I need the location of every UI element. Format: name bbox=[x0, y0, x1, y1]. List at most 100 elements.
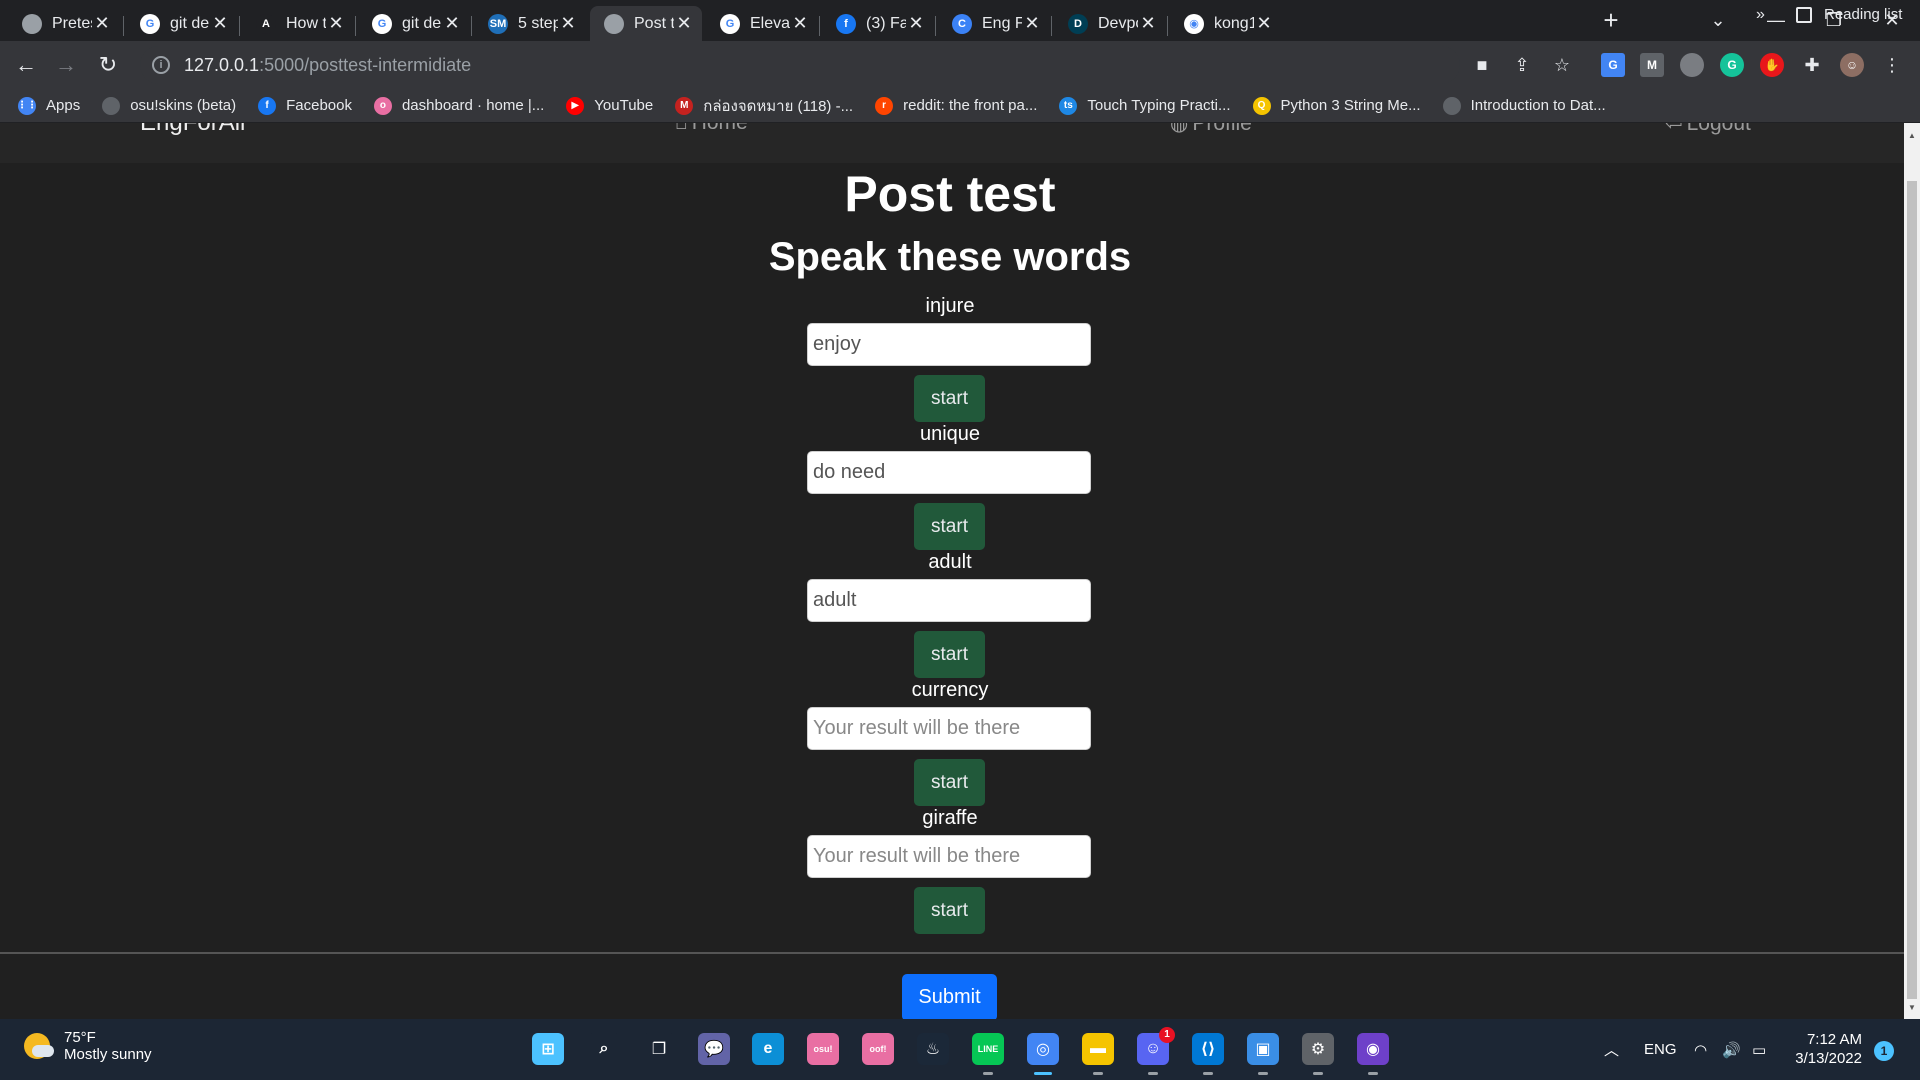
discord-icon[interactable]: ☺ 1 bbox=[1137, 1027, 1175, 1075]
browser-tab[interactable]: Ggit delete✕ bbox=[358, 6, 470, 41]
oof-app-icon[interactable]: oof! bbox=[862, 1033, 894, 1065]
tab-close-icon[interactable]: ✕ bbox=[326, 13, 346, 34]
nav-logout-link[interactable]: ⇦ Logout bbox=[1665, 123, 1751, 136]
speech-result-input[interactable] bbox=[807, 451, 1091, 494]
wifi-icon[interactable]: ◠ bbox=[1694, 1019, 1707, 1080]
bookmark-item[interactable]: ts Touch Typing Practi... bbox=[1059, 96, 1231, 115]
task-view-icon[interactable]: ❐ bbox=[643, 1033, 675, 1065]
browser-tab[interactable]: D Devpost✕ bbox=[1054, 6, 1166, 41]
camera-icon[interactable]: ■ bbox=[1470, 53, 1494, 77]
extensions-puzzle-icon[interactable]: ✚ bbox=[1800, 53, 1824, 77]
submit-button[interactable]: Submit bbox=[902, 974, 997, 1019]
google-translate-icon[interactable]: G bbox=[1601, 53, 1625, 77]
grammarly-icon[interactable]: G bbox=[1720, 53, 1744, 77]
bookmark-item[interactable]: osu!skins (beta) bbox=[102, 96, 236, 115]
file-explorer-icon[interactable]: ▬ bbox=[1082, 1033, 1114, 1075]
tab-close-icon[interactable]: ✕ bbox=[906, 13, 926, 34]
weather-condition: Mostly sunny bbox=[64, 1046, 152, 1063]
tab-search-chevron-icon[interactable]: ⌄ bbox=[1690, 0, 1746, 41]
start-recording-button[interactable]: start bbox=[914, 887, 985, 934]
browser-tab[interactable]: Pretest✕ bbox=[8, 6, 120, 41]
chrome-menu-icon[interactable]: ⋮ bbox=[1880, 53, 1904, 77]
forward-arrow-icon[interactable]: → bbox=[50, 49, 82, 81]
browser-tab[interactable]: Post test✕ bbox=[590, 6, 702, 41]
browser-tab[interactable]: ◉ kong1912✕ bbox=[1170, 6, 1282, 41]
start-recording-button[interactable]: start bbox=[914, 759, 985, 806]
steam-icon[interactable]: ♨ bbox=[917, 1033, 949, 1065]
tab-close-icon[interactable]: ✕ bbox=[1022, 13, 1042, 34]
site-info-icon[interactable]: i bbox=[152, 56, 170, 74]
start-recording-button[interactable]: start bbox=[914, 631, 985, 678]
adblock-icon[interactable]: ✋ bbox=[1760, 53, 1784, 77]
browser-tab[interactable]: SM 5 steps to✕ bbox=[474, 6, 586, 41]
tab-close-icon[interactable]: ✕ bbox=[558, 13, 578, 34]
osu-app-icon[interactable]: osu! bbox=[807, 1033, 839, 1065]
tab-title: kong1912 bbox=[1214, 14, 1254, 32]
bookmarks-overflow-button[interactable]: » bbox=[1756, 6, 1765, 24]
tab-close-icon[interactable]: ✕ bbox=[674, 13, 694, 34]
reading-list-button[interactable]: Reading list bbox=[1796, 6, 1902, 23]
volume-icon[interactable]: 🔊 bbox=[1722, 1019, 1741, 1080]
bookmark-item[interactable]: r reddit: the front pa... bbox=[875, 96, 1037, 115]
tab-close-icon[interactable]: ✕ bbox=[210, 13, 230, 34]
speech-result-input[interactable] bbox=[807, 707, 1091, 750]
scroll-down-arrow-icon[interactable]: ▼ bbox=[1907, 1003, 1917, 1012]
reload-icon[interactable]: ↻ bbox=[92, 49, 124, 81]
tab-close-icon[interactable]: ✕ bbox=[1254, 13, 1274, 34]
share-icon[interactable]: ⇪ bbox=[1510, 53, 1534, 77]
extension-grey-icon[interactable] bbox=[1680, 53, 1704, 77]
speech-result-input[interactable] bbox=[807, 579, 1091, 622]
remote-desktop-icon[interactable]: ▣ bbox=[1247, 1033, 1279, 1075]
bookmark-item[interactable]: ⋮⋮ Apps bbox=[17, 96, 80, 115]
bookmark-item[interactable]: ▶ YouTube bbox=[566, 96, 653, 115]
input-language[interactable]: ENG bbox=[1644, 1019, 1677, 1080]
bookmark-item[interactable]: Q Python 3 String Me... bbox=[1252, 96, 1421, 115]
address-bar[interactable]: i 127.0.0.1:5000/posttest-intermidiate bbox=[140, 46, 1460, 84]
speech-result-input[interactable] bbox=[807, 835, 1091, 878]
tab-close-icon[interactable]: ✕ bbox=[92, 13, 112, 34]
start-recording-button[interactable]: start bbox=[914, 375, 985, 422]
tab-close-icon[interactable]: ✕ bbox=[442, 13, 462, 34]
new-tab-button[interactable]: + bbox=[1596, 6, 1626, 36]
search-icon[interactable]: ⌕ bbox=[588, 1033, 620, 1065]
start-recording-button[interactable]: start bbox=[914, 503, 985, 550]
nav-home-link[interactable]: ⌂ Home bbox=[675, 123, 748, 135]
bookmark-item[interactable]: M กล่องจดหมาย (118) -... bbox=[675, 94, 853, 118]
weather-widget[interactable]: 75°F Mostly sunny bbox=[24, 1029, 152, 1063]
vscode-icon[interactable]: ⟨⟩ bbox=[1192, 1033, 1224, 1075]
bookmark-item[interactable]: f Facebook bbox=[258, 96, 352, 115]
bookmark-label: Touch Typing Practi... bbox=[1087, 97, 1231, 114]
settings-icon[interactable]: ⚙ bbox=[1302, 1033, 1334, 1075]
profile-avatar[interactable]: ☺ bbox=[1840, 53, 1864, 77]
windows-start-icon[interactable]: ⊞ bbox=[532, 1033, 564, 1065]
tab-close-icon[interactable]: ✕ bbox=[790, 13, 810, 34]
browser-tab[interactable]: G Elevator p✕ bbox=[706, 6, 818, 41]
nav-profile-link[interactable]: ◍ Profile bbox=[1170, 123, 1252, 136]
battery-icon[interactable]: ▭ bbox=[1752, 1019, 1766, 1080]
teams-chat-icon[interactable]: 💬 bbox=[698, 1033, 730, 1065]
tray-overflow-chevron-icon[interactable]: ︿ bbox=[1604, 1019, 1619, 1080]
bookmark-reddit-icon: r bbox=[875, 96, 894, 115]
notification-count-badge[interactable]: 1 bbox=[1874, 1041, 1894, 1061]
line-icon[interactable]: LINE bbox=[972, 1033, 1004, 1075]
extension-m-icon[interactable]: M bbox=[1640, 53, 1664, 77]
bookmark-item[interactable]: Introduction to Dat... bbox=[1442, 96, 1606, 115]
bookmark-star-icon[interactable]: ☆ bbox=[1550, 53, 1574, 77]
scrollbar-thumb[interactable] bbox=[1907, 181, 1917, 999]
tab-separator bbox=[1167, 16, 1168, 36]
site-brand[interactable]: EngForAll bbox=[140, 123, 245, 137]
tab-close-icon[interactable]: ✕ bbox=[1138, 13, 1158, 34]
system-clock[interactable]: 7:12 AM 3/13/2022 bbox=[1790, 1030, 1862, 1068]
back-arrow-icon[interactable]: ← bbox=[10, 49, 42, 81]
bookmark-item[interactable]: o dashboard · home |... bbox=[373, 96, 544, 115]
page-scrollbar[interactable]: ▲ ▼ bbox=[1904, 123, 1920, 1019]
browser-tab[interactable]: Ggit delete✕ bbox=[126, 6, 238, 41]
chrome-icon[interactable]: ◎ bbox=[1027, 1033, 1059, 1075]
browser-tab[interactable]: f (3) Faceb✕ bbox=[822, 6, 934, 41]
speech-result-input[interactable] bbox=[807, 323, 1091, 366]
github-desktop-icon[interactable]: ◉ bbox=[1357, 1033, 1389, 1075]
browser-tab[interactable]: A How to D✕ bbox=[242, 6, 354, 41]
browser-tab[interactable]: C Eng For A✕ bbox=[938, 6, 1050, 41]
edge-icon[interactable]: e bbox=[752, 1033, 784, 1065]
scroll-up-arrow-icon[interactable]: ▲ bbox=[1907, 131, 1917, 140]
